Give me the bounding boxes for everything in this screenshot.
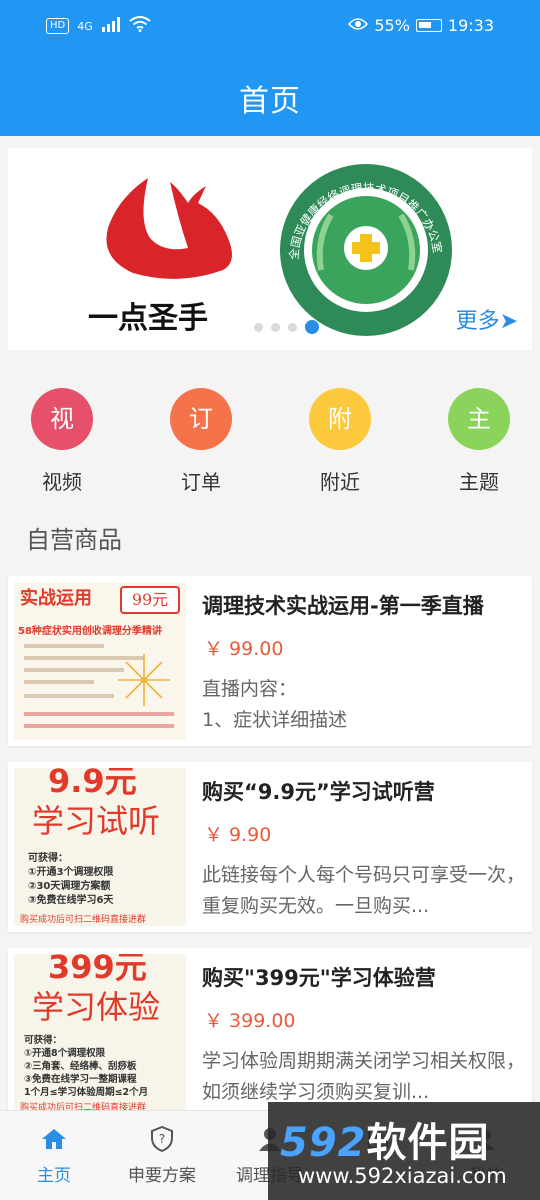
product-price: ￥ 9.90 bbox=[204, 824, 272, 846]
quick-action-themes[interactable]: 主 主题 bbox=[429, 388, 529, 495]
carousel-dot bbox=[288, 322, 297, 332]
product-thumbnail: 9.9元 学习试听 可获得： ①开通3个调理权限 ②30天调理方案额 ③免费在线… bbox=[14, 768, 186, 926]
quick-action-nearby[interactable]: 附 附近 bbox=[290, 388, 390, 495]
brand-logo-text: 一点圣手 bbox=[88, 301, 208, 336]
thumb-line: ②三角套、经络棒、刮痧板 bbox=[24, 1061, 137, 1072]
thumb-line: 可获得： bbox=[28, 853, 68, 864]
thumb-footer: 购买成功后可扫二维码直接进群 bbox=[20, 915, 147, 925]
thumb-subtitle: 58种症状实用创收调理分季精讲 bbox=[18, 626, 162, 637]
watermark-brand: 软件园 bbox=[366, 1120, 490, 1166]
section-title: 自营商品 bbox=[26, 526, 122, 554]
thumb-line: ①开通8个调理权限 bbox=[24, 1048, 106, 1059]
product-description: 学习体验周期期满关闭学习相关权限，如须继续学习须购买复训... bbox=[202, 1050, 526, 1103]
nearby-badge-icon: 附 bbox=[309, 388, 371, 450]
watermark: 592软件园 www.592xiazai.com bbox=[268, 1102, 540, 1200]
banner-carousel[interactable]: 一点圣手 全国亚健康经络调理技术项目推广办公室 更多➤ bbox=[8, 148, 532, 350]
quick-action-label: 主题 bbox=[459, 470, 499, 494]
svg-text:?: ? bbox=[159, 1132, 165, 1146]
product-name: 调理技术实战运用-第一季直播 bbox=[202, 594, 484, 618]
watermark-url: www.592xiazai.com bbox=[298, 1164, 507, 1188]
video-badge-icon: 视 bbox=[31, 388, 93, 450]
status-bar: HD 4G 55% 19:33 bbox=[0, 0, 540, 52]
carousel-dot bbox=[271, 322, 280, 332]
page-title: 首页 bbox=[239, 84, 301, 119]
carousel-dot-active bbox=[305, 320, 319, 334]
signal-icon bbox=[101, 16, 121, 36]
product-thumbnail: 399元 学习体验 可获得： ①开通8个调理权限 ②三角套、经络棒、刮痧板 ③免… bbox=[14, 954, 186, 1112]
clock: 19:33 bbox=[447, 16, 494, 35]
product-name: 购买"399元"学习体验营 bbox=[202, 966, 436, 990]
shield-question-icon: ? bbox=[151, 1126, 173, 1152]
product-card[interactable]: 实战运用 99元 58种症状实用创收调理分季精讲 调理技术实战运用-第一季直播 … bbox=[8, 576, 532, 746]
watermark-number: 592 bbox=[280, 1120, 367, 1166]
tab-label: 主页 bbox=[37, 1166, 71, 1186]
thumb-line: ③免费在线学习6天 bbox=[28, 895, 114, 906]
product-name: 购买“9.9元”学习试听营 bbox=[202, 780, 435, 804]
thumb-line: ②30天调理方案额 bbox=[28, 881, 111, 892]
product-description: 直播内容： 1、症状详细描述 bbox=[202, 678, 348, 731]
tab-plans[interactable]: ? 申要方案 bbox=[108, 1125, 216, 1186]
wifi-icon bbox=[129, 16, 151, 36]
battery-icon bbox=[415, 19, 442, 32]
product-thumbnail: 实战运用 99元 58种症状实用创收调理分季精讲 bbox=[14, 582, 186, 740]
thumb-line: ③免费在线学习一整期课程 bbox=[24, 1074, 137, 1085]
quick-action-video[interactable]: 视 视频 bbox=[12, 388, 112, 495]
thumb-line: 可获得： bbox=[24, 1035, 63, 1046]
thumb-line: 1个月≤学习体验周期≤2个月 bbox=[24, 1087, 149, 1098]
battery-percent: 55% bbox=[374, 16, 410, 35]
quick-actions: 视 视频 订 订单 附 附近 主 主题 bbox=[0, 362, 540, 508]
hd-indicator: HD bbox=[46, 18, 70, 34]
thumb-title: 学习体验 bbox=[32, 988, 161, 1026]
tab-home[interactable]: 主页 bbox=[0, 1125, 108, 1186]
home-icon bbox=[42, 1129, 66, 1149]
more-link[interactable]: 更多➤ bbox=[456, 303, 518, 335]
seal-icon: 全国亚健康经络调理技术项目推广办公室 bbox=[280, 164, 452, 336]
thumb-title: 学习试听 bbox=[32, 802, 161, 840]
thumb-title: 实战运用 bbox=[20, 588, 92, 609]
app-bar: 首页 bbox=[0, 52, 540, 136]
tab-label: 申要方案 bbox=[128, 1166, 196, 1186]
network-type: 4G bbox=[77, 19, 93, 33]
carousel-dot bbox=[254, 322, 263, 332]
product-price: ￥ 399.00 bbox=[204, 1010, 296, 1032]
orders-badge-icon: 订 bbox=[170, 388, 232, 450]
product-price: ￥ 99.00 bbox=[204, 638, 284, 660]
thumb-badge: 99元 bbox=[120, 586, 180, 614]
carousel-dots bbox=[254, 320, 319, 334]
product-card[interactable]: 9.9元 学习试听 可获得： ①开通3个调理权限 ②30天调理方案额 ③免费在线… bbox=[8, 762, 532, 932]
thumb-line: ①开通3个调理权限 bbox=[28, 867, 114, 878]
product-card[interactable]: 399元 学习体验 可获得： ①开通8个调理权限 ②三角套、经络棒、刮痧板 ③免… bbox=[8, 948, 532, 1118]
thumb-benefits: 可获得： ①开通8个调理权限 ②三角套、经络棒、刮痧板 ③免费在线学习一整期课程… bbox=[24, 1034, 148, 1099]
quick-action-orders[interactable]: 订 订单 bbox=[151, 388, 251, 495]
eye-icon bbox=[348, 16, 369, 35]
quick-action-label: 附近 bbox=[320, 470, 360, 494]
product-description: 此链接每个人每个号码只可享受一次，重复购买无效。一旦购买... bbox=[202, 864, 526, 917]
thumb-benefits: 可获得： ①开通3个调理权限 ②30天调理方案额 ③免费在线学习6天 bbox=[28, 852, 113, 908]
themes-badge-icon: 主 bbox=[448, 388, 510, 450]
quick-action-label: 订单 bbox=[181, 470, 221, 494]
firework-icon bbox=[118, 654, 170, 706]
quick-action-label: 视频 bbox=[42, 470, 82, 494]
watermark-logo: 592软件园 bbox=[280, 1110, 490, 1168]
